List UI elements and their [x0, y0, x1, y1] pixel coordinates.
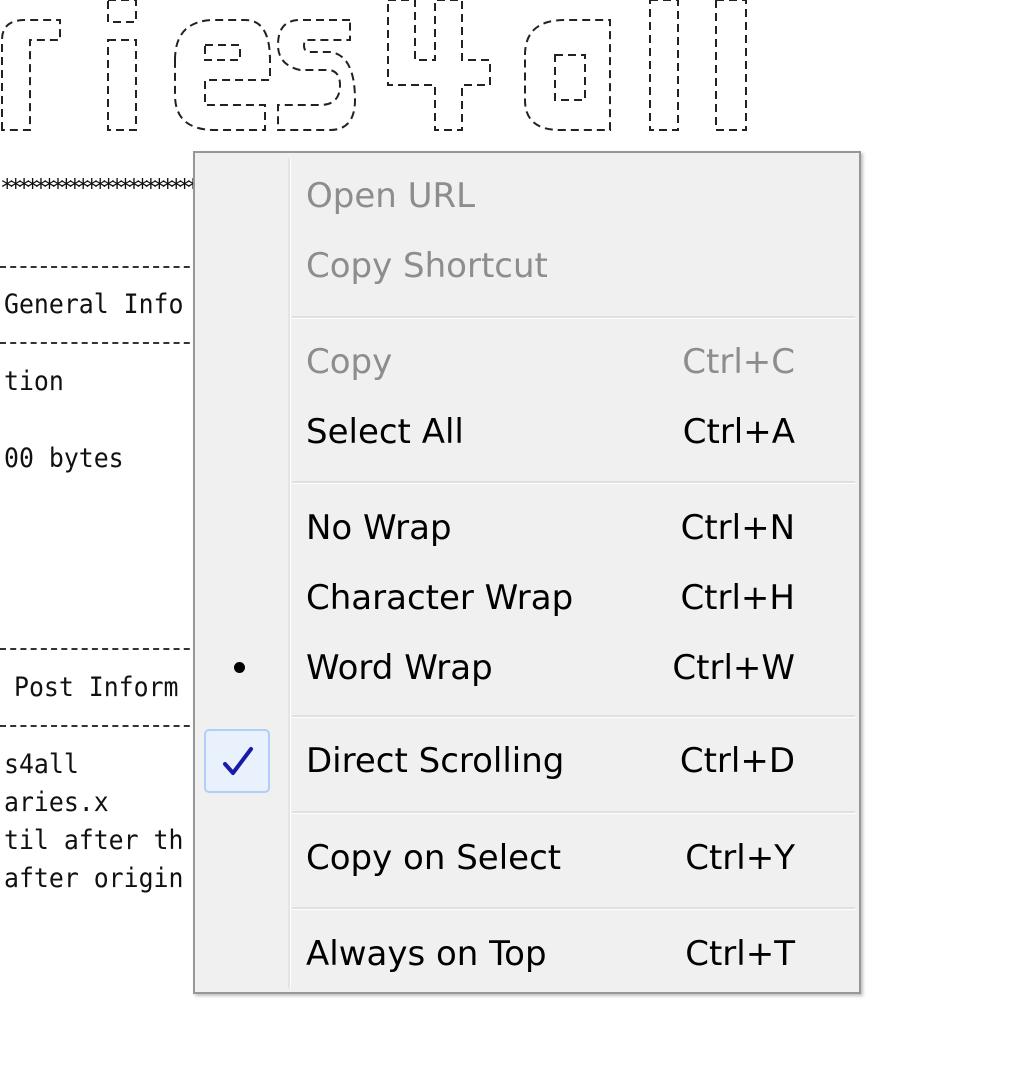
nfo-line: after origin	[4, 863, 184, 894]
menu-item-copy-shortcut: Copy Shortcut	[195, 231, 859, 301]
menu-item-shortcut: Ctrl+H	[680, 578, 795, 618]
menu-item-shortcut: Ctrl+A	[682, 412, 795, 452]
menu-item-label: No Wrap	[306, 508, 452, 548]
menu-item-shortcut: Ctrl+Y	[685, 838, 795, 878]
menu-item-shortcut: Ctrl+D	[679, 741, 795, 781]
menu-item-label: Open URL	[306, 176, 476, 216]
menu-item-shortcut: Ctrl+W	[672, 648, 795, 688]
menu-item-copy: Copy Ctrl+C	[195, 327, 859, 397]
nfo-line: til after th	[4, 825, 184, 856]
nfo-line: Post Inform	[14, 672, 179, 703]
menu-item-copy-on-select[interactable]: Copy on Select Ctrl+Y	[195, 823, 859, 893]
menu-item-shortcut: Ctrl+T	[685, 934, 795, 974]
menu-item-open-url: Open URL	[195, 161, 859, 231]
dashed-rule	[0, 648, 200, 650]
menu-separator	[292, 715, 855, 718]
menu-separator	[292, 481, 855, 484]
menu-item-shortcut: Ctrl+C	[682, 342, 795, 382]
radio-dot-icon	[234, 662, 245, 673]
nfo-line: General Info	[4, 289, 184, 320]
ascii-banner: ries4all	[1, 0, 747, 131]
menu-item-label: Character Wrap	[306, 578, 574, 618]
menu-item-no-wrap[interactable]: No Wrap Ctrl+N	[195, 493, 859, 563]
checkmark-icon	[204, 729, 270, 793]
nfo-line: aries.x	[4, 787, 109, 818]
nfo-line: s4all	[4, 749, 79, 780]
nfo-line: 00 bytes	[4, 443, 124, 474]
dashed-rule	[0, 266, 200, 268]
menu-item-label: Copy	[306, 342, 393, 382]
screen: ries4all	[0, 0, 1020, 1087]
menu-item-label: Copy Shortcut	[306, 246, 548, 286]
dashed-rule	[0, 342, 200, 344]
dashed-rule	[0, 725, 200, 727]
menu-item-label: Direct Scrolling	[306, 741, 565, 781]
menu-separator	[292, 907, 855, 910]
nfo-line: tion	[4, 366, 64, 397]
menu-item-label: Select All	[306, 412, 464, 452]
menu-item-direct-scrolling[interactable]: Direct Scrolling Ctrl+D	[195, 726, 859, 796]
menu-item-always-on-top[interactable]: Always on Top Ctrl+T	[195, 919, 859, 989]
menu-item-shortcut: Ctrl+N	[680, 508, 795, 548]
context-menu: Open URL Copy Shortcut Copy Ctrl+C Selec…	[193, 151, 861, 994]
menu-item-word-wrap[interactable]: Word Wrap Ctrl+W	[195, 633, 859, 703]
menu-item-label: Always on Top	[306, 934, 547, 974]
asterisk-divider: **************************	[0, 174, 226, 202]
menu-separator	[292, 811, 855, 814]
menu-item-label: Copy on Select	[306, 838, 562, 878]
menu-item-character-wrap[interactable]: Character Wrap Ctrl+H	[195, 563, 859, 633]
menu-item-label: Word Wrap	[306, 648, 493, 688]
menu-separator	[292, 316, 855, 319]
menu-item-select-all[interactable]: Select All Ctrl+A	[195, 397, 859, 467]
